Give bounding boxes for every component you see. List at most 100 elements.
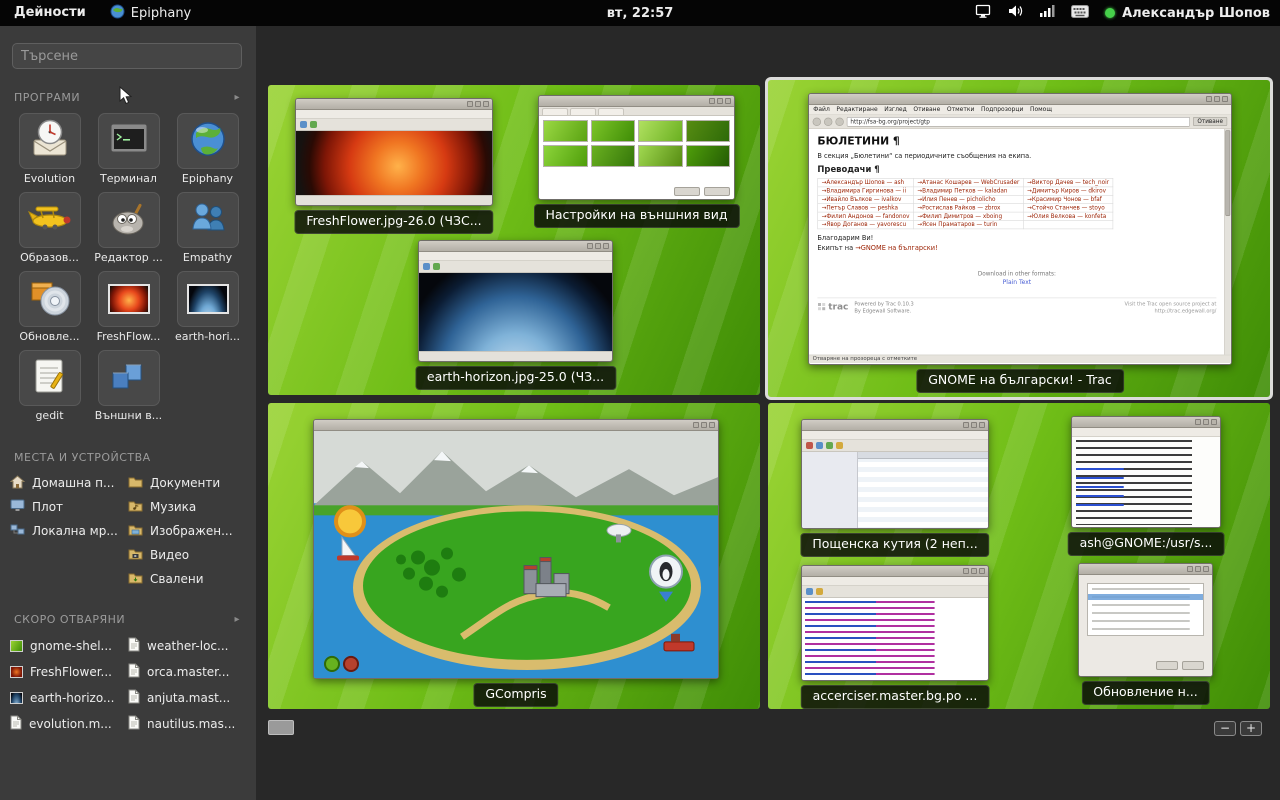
window-earth[interactable]: earth-horizon.jpg-25.0 (ЧЗ... bbox=[418, 240, 613, 362]
place-videos[interactable]: Видео bbox=[128, 543, 246, 567]
window-terminal[interactable]: ash@GNOME:/usr/s... bbox=[1071, 416, 1221, 528]
dialog-buttons bbox=[674, 187, 730, 196]
app-menu[interactable]: Epiphany bbox=[100, 0, 201, 26]
place-documents[interactable]: Документи bbox=[128, 471, 246, 495]
trac-logo-text: trac bbox=[828, 301, 848, 312]
programs-expand-arrow-icon[interactable]: ▸ bbox=[234, 92, 240, 103]
translators-table: →Александър Шопов — ash→Атанас Кошарев —… bbox=[817, 178, 1113, 229]
footer-powered: Powered by Trac 0.10.3 bbox=[854, 301, 913, 307]
place-label: Домашна п... bbox=[32, 476, 114, 490]
toolbar bbox=[802, 440, 988, 452]
app-terminal[interactable]: Терминал bbox=[89, 113, 168, 185]
clock[interactable]: вт, 22:57 bbox=[607, 6, 674, 21]
recent-item[interactable]: earth-horizo... bbox=[10, 685, 128, 711]
browser-menubar: ФайлРедактиране ИзгледОтиване ОтметкиПод… bbox=[809, 105, 1231, 115]
document-icon bbox=[10, 715, 22, 733]
window-freshflower[interactable]: FreshFlower.jpg-26.0 (ЧЗС... bbox=[295, 98, 493, 206]
window-gedit[interactable]: accerciser.master.bg.po ... bbox=[801, 565, 989, 681]
window-appearance[interactable]: Настройки на външния вид bbox=[538, 95, 735, 200]
search-input[interactable] bbox=[12, 43, 242, 69]
recent-item[interactable]: evolution.m... bbox=[10, 711, 128, 737]
activities-button[interactable]: Дейности bbox=[0, 0, 100, 26]
recent-item[interactable]: FreshFlower... bbox=[10, 659, 128, 685]
display-icon[interactable] bbox=[975, 3, 991, 23]
app-label: Epiphany bbox=[168, 172, 247, 185]
window-title-label: GCompris bbox=[473, 683, 558, 707]
earth-photo-icon bbox=[187, 284, 229, 314]
recent-label: earth-horizo... bbox=[30, 691, 114, 705]
app-label: Външни в... bbox=[89, 409, 168, 422]
gcompris-scene bbox=[314, 431, 718, 678]
app-earth-file[interactable]: earth-hori... bbox=[168, 271, 247, 343]
window-title-label: FreshFlower.jpg-26.0 (ЧЗС... bbox=[294, 210, 493, 234]
place-home[interactable]: Домашна п... bbox=[10, 471, 128, 495]
evolution-icon bbox=[29, 119, 71, 163]
empathy-chat-icon bbox=[187, 199, 229, 241]
external-volumes-icon bbox=[108, 357, 150, 399]
pictures-folder-icon bbox=[128, 524, 143, 539]
app-epiphany[interactable]: Epiphany bbox=[168, 113, 247, 185]
recent-list: gnome-shel... FreshFlower... earth-horiz… bbox=[0, 627, 256, 737]
network-icon bbox=[10, 523, 25, 539]
app-evolution[interactable]: Evolution bbox=[10, 113, 89, 185]
page-heading: БЮЛЕТИНИ ¶ bbox=[817, 135, 1216, 148]
window-title-label: GNOME на български! - Trac bbox=[916, 369, 1124, 393]
flower-photo bbox=[296, 131, 492, 195]
window-gcompris[interactable]: GCompris bbox=[313, 419, 719, 679]
place-downloads[interactable]: Свалени bbox=[128, 567, 246, 591]
app-gedit[interactable]: gedit bbox=[10, 350, 89, 422]
app-freshflower-file[interactable]: FreshFlow... bbox=[89, 271, 168, 343]
window-titlebar bbox=[1079, 564, 1212, 575]
workspace-2[interactable]: ФайлРедактиране ИзгледОтиване ОтметкиПод… bbox=[768, 80, 1270, 397]
toolbar bbox=[296, 119, 492, 131]
back-icon bbox=[813, 117, 821, 125]
network-signal-icon[interactable] bbox=[1039, 3, 1055, 23]
recent-item[interactable]: orca.master... bbox=[128, 659, 246, 685]
workspace-4[interactable]: Пощенска кутия (2 неп... ash@GNOME:/usr/… bbox=[768, 403, 1270, 709]
sidebar: ПРОГРАМИ ▸ Evolution Терминал Epiphany bbox=[0, 26, 256, 800]
menubar bbox=[419, 252, 612, 261]
earth-photo bbox=[419, 273, 612, 351]
recent-label: anjuta.mast... bbox=[147, 691, 230, 705]
recent-item[interactable]: anjuta.mast... bbox=[128, 685, 246, 711]
volume-icon[interactable] bbox=[1007, 3, 1023, 23]
recent-item[interactable]: weather-loc... bbox=[128, 633, 246, 659]
window-title-label: ash@GNOME:/usr/s... bbox=[1068, 532, 1225, 556]
keyboard-layout-icon[interactable] bbox=[1071, 5, 1089, 22]
window-mail[interactable]: Пощенска кутия (2 неп... bbox=[801, 419, 989, 529]
app-empathy[interactable]: Empathy bbox=[168, 192, 247, 264]
page-heading: Преводачи ¶ bbox=[817, 165, 1216, 175]
window-title-label: Пощенска кутия (2 неп... bbox=[800, 533, 989, 557]
workspace-1[interactable]: FreshFlower.jpg-26.0 (ЧЗС... Настройки н… bbox=[268, 85, 760, 395]
window-trac-browser[interactable]: ФайлРедактиране ИзгледОтиване ОтметкиПод… bbox=[808, 93, 1232, 365]
window-update[interactable]: Обновление н... bbox=[1078, 563, 1213, 677]
app-external-volumes[interactable]: Външни в... bbox=[89, 350, 168, 422]
mouse-cursor bbox=[119, 86, 132, 105]
workspace-pager[interactable] bbox=[268, 720, 294, 735]
add-workspace-button[interactable]: + bbox=[1240, 721, 1262, 736]
window-title-label: accerciser.master.bg.po ... bbox=[801, 685, 990, 709]
app-gimp[interactable]: Редактор ... bbox=[89, 192, 168, 264]
recent-section-label: СКОРО ОТВАРЯНИ bbox=[14, 613, 125, 626]
recent-item[interactable]: gnome-shel... bbox=[10, 633, 128, 659]
places-section-header: МЕСТА И УСТРОЙСТВА bbox=[0, 449, 256, 465]
recent-expand-arrow-icon[interactable]: ▸ bbox=[234, 614, 240, 625]
po-file-text bbox=[805, 601, 894, 677]
remove-workspace-button[interactable]: − bbox=[1214, 721, 1236, 736]
recent-item[interactable]: nautilus.mas... bbox=[128, 711, 246, 737]
place-desktop[interactable]: Плот bbox=[10, 495, 128, 519]
user-menu[interactable]: Александър Шопов bbox=[1105, 6, 1270, 21]
place-music[interactable]: Музика bbox=[128, 495, 246, 519]
app-gcompris[interactable]: Образов... bbox=[10, 192, 89, 264]
window-title-label: Обновление н... bbox=[1081, 681, 1209, 705]
place-network[interactable]: Локална мр... bbox=[10, 519, 128, 543]
recent-label: weather-loc... bbox=[147, 639, 228, 653]
page-text: В секция „Бюлетини“ са периодичните съоб… bbox=[817, 152, 1216, 160]
plain-text-link: Plain Text bbox=[817, 279, 1216, 286]
document-icon bbox=[128, 663, 140, 681]
epiphany-app-icon bbox=[110, 4, 125, 23]
workspace-3[interactable]: GCompris bbox=[268, 403, 760, 709]
app-software-update[interactable]: Обновле... bbox=[10, 271, 89, 343]
place-pictures[interactable]: Изображен... bbox=[128, 519, 246, 543]
dialog-buttons bbox=[1156, 661, 1204, 670]
